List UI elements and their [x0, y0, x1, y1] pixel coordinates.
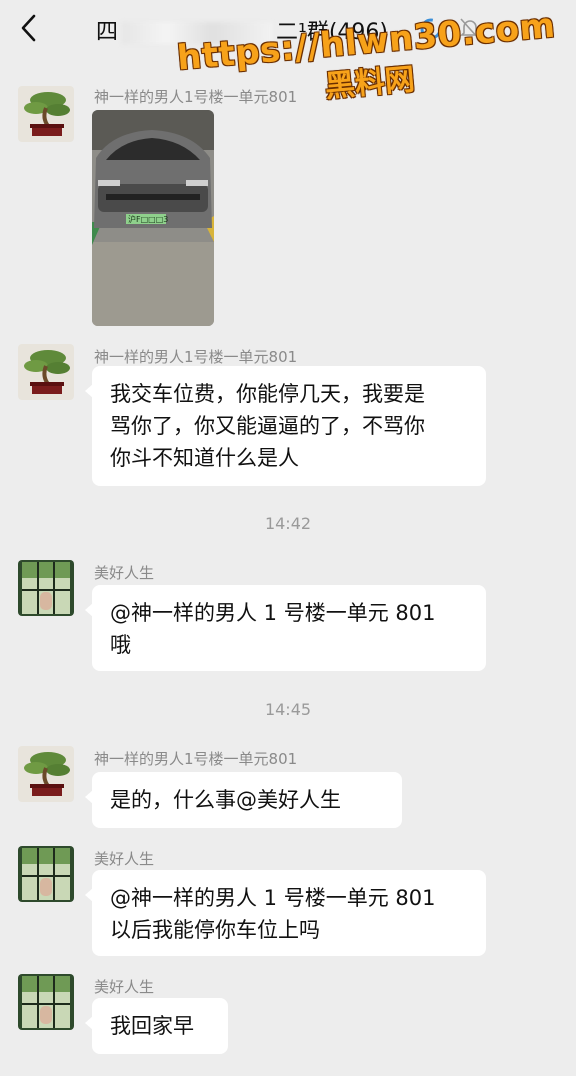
message-bubble[interactable]: 我回家早: [85, 998, 228, 1054]
message-line: 我回家早: [110, 1014, 194, 1038]
message-line: 我交车位费，你能停几天，我要是: [110, 382, 425, 406]
sender-name: 美好人生: [94, 564, 155, 582]
message-line: 你斗不知道什么是人: [110, 446, 299, 470]
message-bubble[interactable]: @神一样的男人 1 号楼一单元 801 哦: [85, 585, 486, 671]
parked-car-image: 沪F□□□3: [92, 110, 214, 326]
chat-title-prefix: 四: [96, 20, 119, 45]
sender-name: 神一样的男人1号楼一单元801: [94, 88, 298, 106]
plate-text: 沪F□□□3: [128, 214, 168, 224]
message-line: 是的，什么事@美好人生: [110, 788, 341, 812]
avatar-bonsai[interactable]: [18, 746, 74, 802]
back-chevron-icon[interactable]: [14, 12, 44, 44]
sender-name: 美好人生: [94, 850, 155, 868]
bonsai-avatar-icon: [18, 344, 74, 400]
car-photo[interactable]: 沪F□□□3: [92, 110, 214, 326]
window-avatar-icon: [18, 974, 74, 1030]
message-line: 哦: [110, 633, 131, 657]
avatar-bonsai[interactable]: [18, 344, 74, 400]
message-line: 骂你了，你又能逼逼的了，不骂你: [110, 414, 425, 438]
window-avatar-icon: [18, 846, 74, 902]
bonsai-avatar-icon: [18, 746, 74, 802]
bonsai-avatar-icon: [18, 86, 74, 142]
window-avatar-icon: [18, 560, 74, 616]
sender-name: 神一样的男人1号楼一单元801: [94, 750, 298, 768]
sender-name: 美好人生: [94, 978, 155, 996]
message-line: 以后我能停你车位上吗: [110, 918, 320, 942]
message-line: @神一样的男人 1 号楼一单元 801: [110, 601, 436, 625]
message-bubble[interactable]: 我交车位费，你能停几天，我要是 骂你了，你又能逼逼的了，不骂你 你斗不知道什么是…: [85, 366, 486, 486]
message-bubble[interactable]: @神一样的男人 1 号楼一单元 801 以后我能停你车位上吗: [85, 870, 486, 956]
message-line: @神一样的男人 1 号楼一单元 801: [110, 886, 436, 910]
avatar-bonsai[interactable]: [18, 86, 74, 142]
sender-name: 神一样的男人1号楼一单元801: [94, 348, 298, 366]
avatar-window[interactable]: [18, 846, 74, 902]
avatar-window[interactable]: [18, 974, 74, 1030]
message-bubble[interactable]: 是的，什么事@美好人生: [85, 772, 402, 828]
timestamp: 14:45: [264, 700, 312, 719]
timestamp: 14:42: [264, 514, 312, 533]
avatar-window[interactable]: [18, 560, 74, 616]
